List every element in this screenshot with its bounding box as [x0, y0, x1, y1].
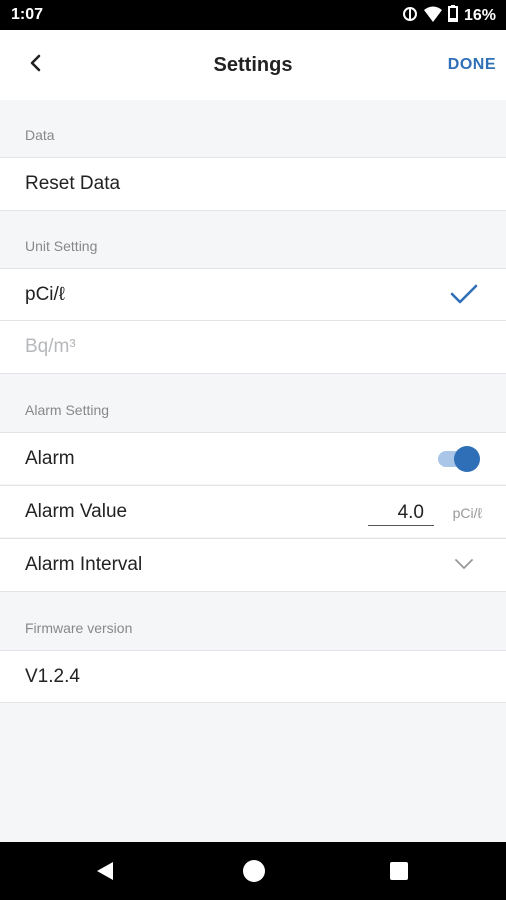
unit-option-label: pCi/ℓ — [25, 284, 65, 305]
status-bar: 1:07 16% — [0, 0, 506, 30]
section-header-label: Alarm Setting — [25, 402, 110, 418]
status-icons: 16% — [402, 5, 496, 27]
alarm-value-label: Alarm Value — [25, 501, 128, 522]
section-header-data: Data — [0, 100, 506, 157]
alarm-row: Alarm — [0, 432, 506, 484]
status-time: 1:07 — [11, 6, 44, 23]
section-header-label: Firmware version — [25, 620, 133, 636]
data-saver-icon — [402, 6, 418, 27]
system-nav-bar — [0, 842, 506, 900]
section-header-unit: Unit Setting — [0, 211, 506, 268]
alarm-value-row: Alarm Value pCi/ℓ — [0, 485, 506, 537]
reset-data-label: Reset Data — [25, 173, 121, 194]
alarm-interval-label: Alarm Interval — [25, 554, 143, 575]
page-title: Settings — [213, 54, 293, 76]
toggle-knob — [454, 446, 480, 472]
battery-icon — [447, 5, 458, 27]
nav-back-icon[interactable] — [96, 861, 114, 886]
section-header-alarm: Alarm Setting — [0, 374, 506, 432]
alarm-value-input[interactable] — [368, 500, 434, 526]
chevron-down-icon[interactable] — [455, 557, 473, 575]
firmware-version-value: V1.2.4 — [25, 666, 80, 687]
section-header-firmware: Firmware version — [0, 592, 506, 650]
nav-home-icon[interactable] — [243, 860, 265, 882]
firmware-version-row: V1.2.4 — [0, 650, 506, 703]
app-bar: Settings DONE — [0, 30, 506, 100]
done-button[interactable]: DONE — [448, 56, 496, 74]
section-header-label: Unit Setting — [25, 238, 98, 254]
checkmark-icon — [450, 283, 478, 310]
unit-option-label: Bq/m³ — [25, 336, 76, 357]
reset-data-row[interactable]: Reset Data — [0, 157, 506, 211]
wifi-icon — [423, 6, 442, 27]
alarm-interval-row[interactable]: Alarm Interval — [0, 538, 506, 592]
section-header-label: Data — [25, 127, 55, 143]
alarm-toggle[interactable] — [438, 446, 480, 472]
alarm-value-unit: pCi/ℓ — [452, 505, 482, 521]
battery-percentage: 16% — [463, 7, 496, 24]
unit-option-bq[interactable]: Bq/m³ — [0, 320, 506, 374]
alarm-label: Alarm — [25, 448, 75, 469]
nav-recents-icon[interactable] — [390, 862, 408, 880]
unit-option-pci[interactable]: pCi/ℓ — [0, 268, 506, 320]
